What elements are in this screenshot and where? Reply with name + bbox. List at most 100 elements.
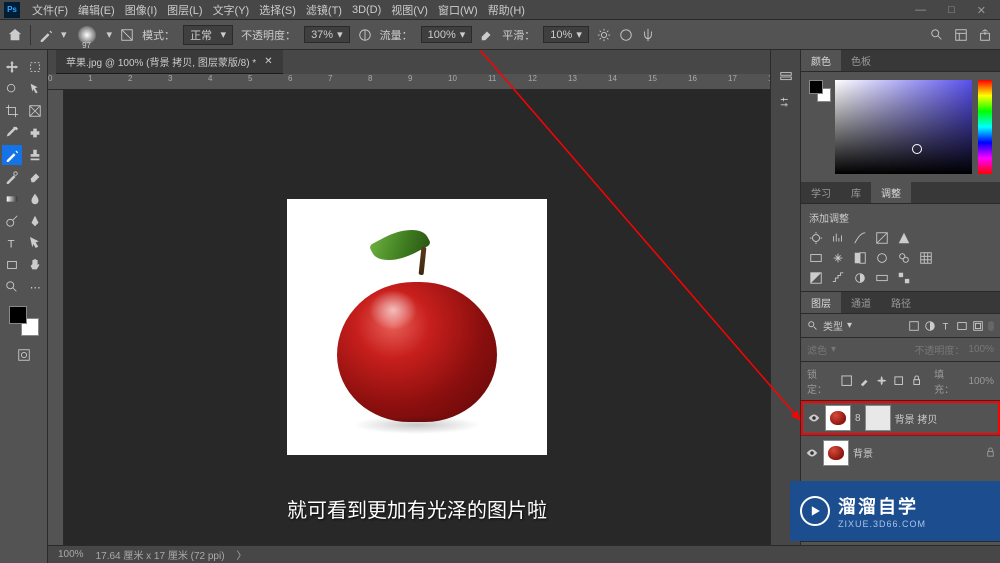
close-icon[interactable]: ✕	[973, 2, 990, 19]
type-tool[interactable]: T	[2, 233, 22, 253]
invert-icon[interactable]	[809, 271, 823, 285]
bw-icon[interactable]	[853, 251, 867, 265]
menu-3d[interactable]: 3D(D)	[348, 2, 385, 18]
pressure-size-icon[interactable]	[619, 28, 633, 42]
hue-slider[interactable]	[978, 80, 992, 174]
channel-mixer-icon[interactable]	[897, 251, 911, 265]
layers-tab[interactable]: 图层	[801, 292, 841, 313]
home-icon[interactable]	[8, 28, 22, 42]
edit-toolbar[interactable]: ⋯	[25, 277, 45, 297]
quick-select-tool[interactable]	[25, 79, 45, 99]
hue-icon[interactable]	[809, 251, 823, 265]
workspace-icon[interactable]	[954, 28, 968, 42]
filter-type-icon[interactable]: T	[940, 320, 952, 332]
opacity-input[interactable]: 37%▾	[304, 26, 350, 43]
paths-tab[interactable]: 路径	[881, 292, 921, 313]
crop-tool[interactable]	[2, 101, 22, 121]
filter-smart-icon[interactable]	[972, 320, 984, 332]
learn-tab[interactable]: 学习	[801, 182, 841, 203]
layer-thumbnail[interactable]	[825, 405, 851, 431]
fill-value[interactable]: 100%	[968, 376, 994, 387]
share-icon[interactable]	[978, 28, 992, 42]
layer-row-copy[interactable]: 8 背景 拷贝	[801, 401, 1000, 435]
color-tab[interactable]: 颜色	[801, 50, 841, 71]
brightness-icon[interactable]	[809, 231, 823, 245]
pressure-opacity-icon[interactable]	[358, 28, 372, 42]
menu-select[interactable]: 选择(S)	[255, 0, 300, 20]
hand-tool[interactable]	[25, 255, 45, 275]
flow-input[interactable]: 100%▾	[421, 26, 473, 43]
lock-nest-icon[interactable]	[893, 375, 904, 386]
history-panel-icon[interactable]	[779, 70, 793, 84]
doc-info[interactable]: 17.64 厘米 x 17 厘米 (72 ppi)	[96, 547, 225, 562]
stamp-tool[interactable]	[25, 145, 45, 165]
lookup-icon[interactable]	[919, 251, 933, 265]
properties-panel-icon[interactable]	[779, 96, 793, 110]
filter-kind[interactable]: 类型	[823, 318, 843, 333]
blend-mode-dropdown[interactable]: 正常▾	[183, 25, 233, 45]
close-tab-icon[interactable]: ✕	[264, 56, 272, 67]
menu-image[interactable]: 图像(I)	[121, 0, 161, 20]
adjustments-tab[interactable]: 调整	[871, 182, 911, 203]
brush-panel-icon[interactable]	[120, 28, 134, 42]
menu-layer[interactable]: 图层(L)	[163, 0, 206, 20]
swatches-tab[interactable]: 色板	[841, 50, 881, 71]
move-tool[interactable]	[2, 57, 22, 77]
history-brush-tool[interactable]	[2, 167, 22, 187]
photo-filter-icon[interactable]	[875, 251, 889, 265]
brush-tool-icon[interactable]	[39, 28, 53, 42]
threshold-icon[interactable]	[853, 271, 867, 285]
menu-view[interactable]: 视图(V)	[387, 0, 432, 20]
posterize-icon[interactable]	[831, 271, 845, 285]
artboard-tool[interactable]	[25, 57, 45, 77]
menu-file[interactable]: 文件(F)	[28, 0, 72, 20]
minimize-icon[interactable]: —	[911, 2, 930, 19]
filter-pixel-icon[interactable]	[908, 320, 920, 332]
airbrush-icon[interactable]	[480, 28, 494, 42]
gradient-map-icon[interactable]	[875, 271, 889, 285]
menu-window[interactable]: 窗口(W)	[434, 0, 482, 20]
quick-mask[interactable]	[14, 345, 34, 365]
filter-search-icon[interactable]	[807, 320, 819, 332]
lock-position-icon[interactable]	[876, 375, 887, 386]
frame-tool[interactable]	[25, 101, 45, 121]
visibility-icon[interactable]	[807, 411, 821, 425]
menu-edit[interactable]: 编辑(E)	[74, 0, 119, 20]
curves-icon[interactable]	[853, 231, 867, 245]
lock-transparent-icon[interactable]	[841, 375, 852, 386]
menu-text[interactable]: 文字(Y)	[209, 0, 254, 20]
library-tab[interactable]: 库	[841, 182, 871, 203]
layer-thumbnail[interactable]	[823, 440, 849, 466]
eraser-tool[interactable]	[25, 167, 45, 187]
menu-filter[interactable]: 滤镜(T)	[302, 0, 346, 20]
exposure-icon[interactable]	[875, 231, 889, 245]
vibrance-icon[interactable]	[897, 231, 911, 245]
gear-icon[interactable]	[597, 28, 611, 42]
layer-row-bg[interactable]: 背景	[801, 435, 1000, 469]
panel-fg-color[interactable]	[809, 80, 823, 94]
path-select-tool[interactable]	[25, 233, 45, 253]
blend-mode-value[interactable]: 滤色	[807, 342, 827, 357]
pen-tool[interactable]	[25, 211, 45, 231]
document-tab[interactable]: 苹果.jpg @ 100% (背景 拷贝, 图层蒙版/8) * ✕	[56, 50, 283, 74]
filter-toggle[interactable]	[988, 321, 994, 331]
search-icon[interactable]	[930, 28, 944, 42]
lock-image-icon[interactable]	[859, 375, 870, 386]
filter-shape-icon[interactable]	[956, 320, 968, 332]
channels-tab[interactable]: 通道	[841, 292, 881, 313]
color-field[interactable]	[835, 80, 972, 174]
layer-opacity-value[interactable]: 100%	[968, 344, 994, 355]
blur-tool[interactable]	[25, 189, 45, 209]
lock-all-icon[interactable]	[911, 375, 922, 386]
symmetry-icon[interactable]	[641, 28, 655, 42]
zoom-status[interactable]: 100%	[58, 549, 84, 560]
brush-tool[interactable]	[2, 145, 22, 165]
balance-icon[interactable]	[831, 251, 845, 265]
maximize-icon[interactable]: □	[944, 2, 959, 19]
layer-name[interactable]: 背景 拷贝	[895, 411, 938, 426]
brush-preview[interactable]: 97	[75, 23, 99, 47]
layer-name[interactable]: 背景	[853, 445, 873, 460]
healing-tool[interactable]	[25, 123, 45, 143]
zoom-tool[interactable]	[2, 277, 22, 297]
eyedropper-tool[interactable]	[2, 123, 22, 143]
